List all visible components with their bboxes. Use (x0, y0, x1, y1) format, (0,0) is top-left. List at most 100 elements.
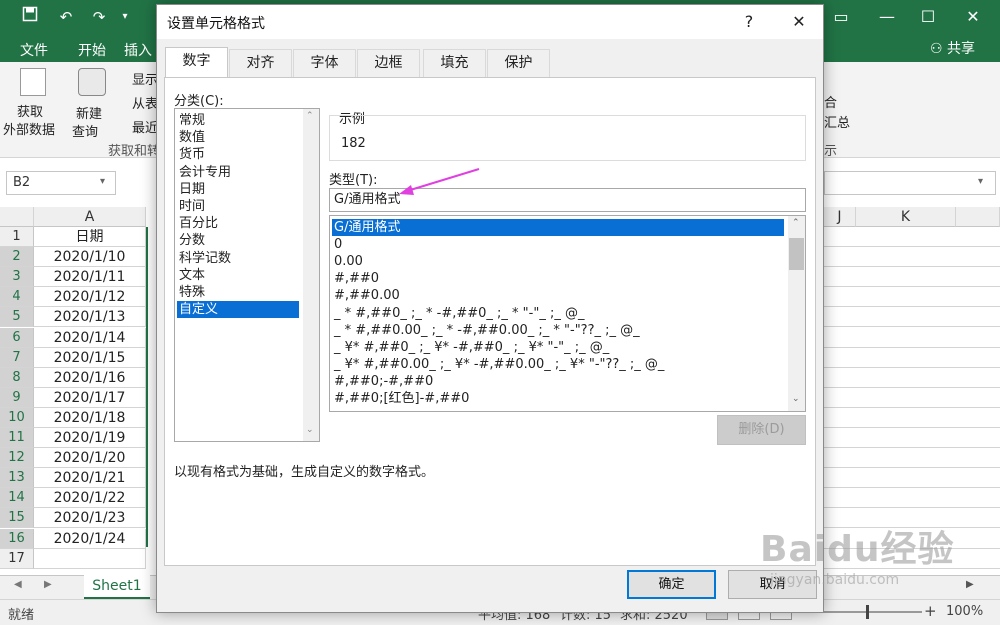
row-header[interactable]: 16 (0, 528, 34, 549)
row-cells-right[interactable] (824, 428, 1000, 449)
cell-a[interactable]: 2020/1/18 (34, 407, 146, 428)
row-cells-right[interactable] (824, 247, 1000, 268)
ribbon-right-frag-1[interactable]: 合 (824, 92, 837, 111)
format-code-item[interactable]: _ * #,##0.00_ ;_ * -#,##0.00_ ;_ * "-"??… (332, 322, 784, 339)
save-icon[interactable] (19, 6, 41, 28)
category-item[interactable]: 科学记数 (177, 250, 299, 267)
new-query-label-2[interactable]: 查询 (72, 121, 98, 140)
tab-fill[interactable]: 填充 (423, 49, 486, 77)
row-header[interactable]: 7 (0, 347, 34, 368)
get-external-data-label-2[interactable]: 外部数据 (3, 119, 55, 138)
format-code-item[interactable]: #,##0 (332, 270, 784, 287)
row-header[interactable]: 6 (0, 327, 34, 348)
cell-a[interactable]: 2020/1/14 (34, 327, 146, 348)
share-button[interactable]: ⚇ 共享 (930, 38, 992, 60)
row-header[interactable]: 13 (0, 468, 34, 489)
ribbon-tab-file[interactable]: 文件 (20, 40, 48, 60)
show-queries-label[interactable]: 显示 (132, 69, 158, 88)
column-header-k[interactable]: K (856, 207, 956, 227)
format-code-item[interactable]: G/通用格式 (332, 219, 784, 236)
ribbon-tab-insert[interactable]: 插入 (124, 40, 152, 60)
row-cells-right[interactable] (824, 227, 1000, 248)
category-scroll-down-icon[interactable]: ⌄ (306, 425, 314, 435)
ribbon-tab-home[interactable]: 开始 (78, 40, 106, 60)
format-scroll-thumb[interactable] (789, 238, 804, 270)
category-item[interactable]: 日期 (177, 181, 299, 198)
cell-a[interactable]: 2020/1/17 (34, 387, 146, 408)
tab-font[interactable]: 字体 (293, 49, 356, 77)
row-cells-right[interactable] (824, 488, 1000, 509)
row-cells-right[interactable] (824, 408, 1000, 428)
category-item[interactable]: 常规 (177, 112, 299, 129)
category-item[interactable]: 分数 (177, 232, 299, 249)
row-header[interactable]: 14 (0, 488, 34, 509)
category-item[interactable]: 自定义 (177, 301, 299, 319)
cell-a[interactable]: 2020/1/21 (34, 468, 146, 489)
row-header[interactable]: 1 (0, 227, 34, 248)
cell-a[interactable]: 2020/1/12 (34, 287, 146, 308)
format-scroll-down-icon[interactable]: ⌄ (792, 394, 800, 404)
tab-number[interactable]: 数字 (165, 47, 228, 78)
category-scroll-up-icon[interactable]: ⌃ (306, 111, 314, 121)
cell-a[interactable] (34, 548, 146, 569)
cell-a[interactable]: 2020/1/20 (34, 448, 146, 469)
redo-icon[interactable]: ↷ (88, 6, 110, 28)
format-code-item[interactable]: #,##0;-#,##0 (332, 373, 784, 390)
cell-a[interactable]: 2020/1/24 (34, 528, 146, 549)
row-cells-right[interactable] (824, 328, 1000, 348)
new-query-label-1[interactable]: 新建 (76, 103, 102, 122)
category-item[interactable]: 特殊 (177, 284, 299, 301)
category-item[interactable]: 文本 (177, 267, 299, 284)
formula-input[interactable] (824, 171, 996, 195)
get-external-data-label-1[interactable]: 获取 (17, 101, 43, 120)
cell-a[interactable]: 2020/1/23 (34, 508, 146, 529)
formula-expand-icon[interactable]: ▾ (978, 176, 983, 187)
row-header[interactable]: 15 (0, 508, 34, 529)
select-all-corner[interactable] (0, 207, 34, 227)
row-header[interactable]: 12 (0, 448, 34, 469)
sheet-next-icon[interactable]: ▶ (44, 579, 52, 590)
column-header-j[interactable]: J (824, 207, 856, 227)
ok-button[interactable]: 确定 (627, 570, 716, 599)
dialog-help-button[interactable]: ? (727, 5, 771, 39)
ribbon-right-frag-2[interactable]: 汇总 (824, 112, 850, 131)
cell-a[interactable]: 2020/1/22 (34, 488, 146, 509)
row-header[interactable]: 9 (0, 387, 34, 408)
format-code-item[interactable]: #,##0.00 (332, 287, 784, 304)
maximize-icon[interactable]: ☐ (905, 2, 951, 32)
format-code-list[interactable]: ⌃ ⌄ G/通用格式 0 0.00 #,##0 #,##0.00 _ * #,##0_ ;… (329, 215, 806, 412)
cell-a[interactable]: 2020/1/11 (34, 267, 146, 288)
row-header[interactable]: 2 (0, 247, 34, 268)
row-cells-right[interactable] (824, 307, 1000, 328)
row-header[interactable]: 8 (0, 367, 34, 388)
row-header[interactable]: 11 (0, 428, 34, 449)
format-scrollbar[interactable]: ⌃ ⌄ (788, 216, 805, 411)
window-close-icon[interactable]: ✕ (950, 2, 996, 32)
format-code-item[interactable]: #,##0;[红色]-#,##0 (332, 390, 784, 407)
from-table-label[interactable]: 从表 (132, 93, 158, 112)
category-item[interactable]: 货币 (177, 146, 299, 163)
row-cells-right[interactable] (824, 448, 1000, 469)
cell-a[interactable]: 2020/1/13 (34, 307, 146, 328)
sheet-tab-sheet1[interactable]: Sheet1 (84, 575, 150, 599)
row-cells-right[interactable] (824, 267, 1000, 288)
minimize-icon[interactable]: — (864, 2, 910, 32)
tab-alignment[interactable]: 对齐 (229, 49, 292, 77)
row-cells-right[interactable] (824, 388, 1000, 408)
row-cells-right[interactable] (824, 287, 1000, 308)
ribbon-display-icon[interactable]: ▭ (818, 2, 864, 32)
row-header[interactable]: 4 (0, 287, 34, 308)
format-code-item[interactable]: 0.00 (332, 253, 784, 270)
column-header-l[interactable] (956, 207, 1000, 227)
cell-a[interactable]: 2020/1/16 (34, 367, 146, 388)
sheet-prev-icon[interactable]: ◀ (14, 579, 22, 590)
category-scrollbar[interactable]: ⌃ ⌄ (303, 109, 319, 441)
undo-icon[interactable]: ↶ (55, 6, 77, 28)
cell-a[interactable]: 2020/1/19 (34, 428, 146, 449)
row-header[interactable]: 17 (0, 548, 34, 569)
cell-a[interactable]: 2020/1/15 (34, 347, 146, 368)
category-item[interactable]: 百分比 (177, 215, 299, 232)
category-item[interactable]: 数值 (177, 129, 299, 146)
tab-border[interactable]: 边框 (357, 49, 420, 77)
cell-a[interactable]: 2020/1/10 (34, 247, 146, 268)
